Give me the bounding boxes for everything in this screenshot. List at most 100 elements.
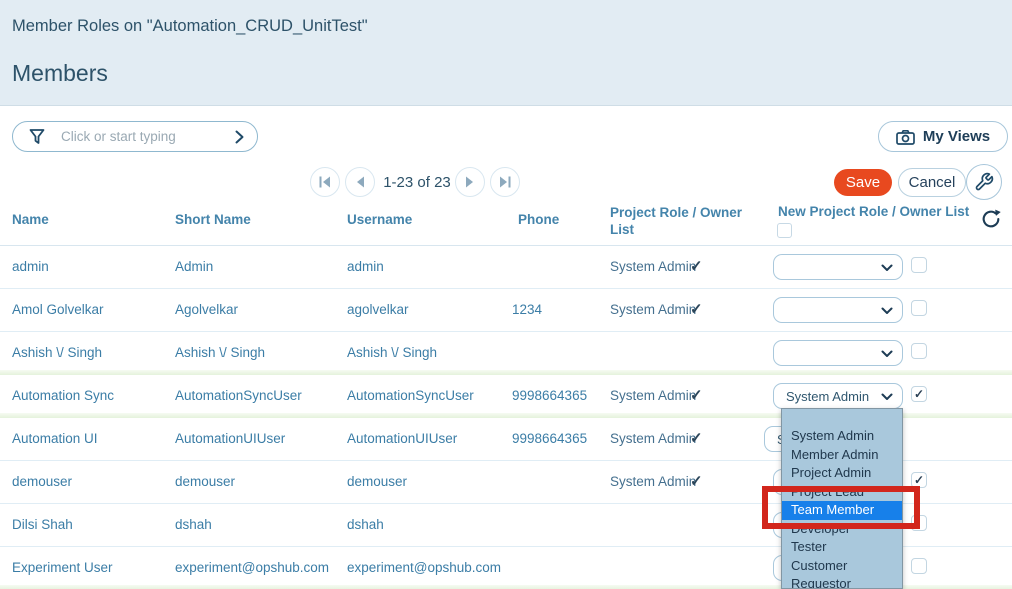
select-all-checkbox[interactable] <box>777 223 792 238</box>
member-roles-page: Member Roles on "Automation_CRUD_UnitTes… <box>0 0 1012 589</box>
next-page-button[interactable] <box>455 167 485 197</box>
filter-funnel-icon <box>28 128 46 146</box>
new-role-select[interactable] <box>773 254 903 280</box>
refresh-button[interactable] <box>979 208 1003 232</box>
cell-short-name: experiment@opshub.com <box>175 560 329 575</box>
role-option[interactable]: Tester <box>782 538 902 557</box>
page-title: Member Roles on "Automation_CRUD_UnitTes… <box>12 17 368 36</box>
column-header-short-name[interactable]: Short Name <box>175 212 251 227</box>
role-option[interactable]: System Admin <box>782 427 902 446</box>
last-page-button[interactable] <box>490 167 520 197</box>
camera-icon <box>896 129 915 145</box>
role-option[interactable]: Team Member <box>782 501 902 520</box>
filter-bar[interactable] <box>12 121 258 152</box>
first-page-icon <box>318 176 332 188</box>
cell-name: Amol Golvelkar <box>12 302 104 317</box>
new-role-select[interactable]: System Admin <box>773 383 903 409</box>
cell-project-role: System Admin <box>610 474 696 489</box>
table-row: Ashish \/ Singh Ashish \/ Singh Ashish \/ … <box>0 332 1012 375</box>
next-page-icon <box>464 176 476 188</box>
cell-username: AutomationSyncUser <box>347 388 474 403</box>
table-row: Amol Golvelkar Agolvelkar agolvelkar 1234 Sy… <box>0 289 1012 332</box>
my-views-label: My Views <box>923 128 990 145</box>
role-option[interactable]: Project Lead <box>782 483 902 502</box>
cell-phone: 1234 <box>512 302 542 317</box>
role-option[interactable]: Project Admin <box>782 464 902 483</box>
role-checkmark-icon: ✓ <box>690 429 703 447</box>
column-header-project-role[interactable]: Project Role / Owner List <box>610 204 760 238</box>
role-option[interactable]: Customer <box>782 557 902 576</box>
prev-page-icon <box>354 176 366 188</box>
role-dropdown-list: System AdminMember AdminProject AdminPro… <box>781 408 903 589</box>
column-header-phone[interactable]: Phone <box>518 212 559 227</box>
role-option[interactable]: Member Admin <box>782 446 902 465</box>
cell-name: Dilsi Shah <box>12 517 73 532</box>
cell-name: Experiment User <box>12 560 113 575</box>
cell-name: demouser <box>12 474 72 489</box>
cell-project-role: System Admin <box>610 388 696 403</box>
cell-phone: 9998664365 <box>512 431 587 446</box>
cell-username: Ashish \/ Singh <box>347 345 437 360</box>
chevron-down-icon <box>881 264 893 272</box>
settings-wrench-button[interactable] <box>966 164 1002 200</box>
first-page-button[interactable] <box>310 167 340 197</box>
role-checkmark-icon: ✓ <box>690 386 703 404</box>
role-checkmark-icon: ✓ <box>690 472 703 490</box>
role-checkmark-icon: ✓ <box>690 300 703 318</box>
column-header-new-project-role[interactable]: New Project Role / Owner List <box>778 204 969 219</box>
prev-page-button[interactable] <box>345 167 375 197</box>
new-role-select[interactable] <box>773 340 903 366</box>
cell-short-name: Agolvelkar <box>175 302 238 317</box>
new-role-select[interactable] <box>773 297 903 323</box>
page-header-band: Member Roles on "Automation_CRUD_UnitTes… <box>0 0 1012 106</box>
save-button[interactable]: Save <box>834 169 892 196</box>
cell-phone: 9998664365 <box>512 388 587 403</box>
cancel-button[interactable]: Cancel <box>898 168 966 197</box>
cell-username: demouser <box>347 474 407 489</box>
cell-project-role: System Admin <box>610 431 696 446</box>
row-checkbox[interactable]: ✓ <box>911 386 927 402</box>
wrench-icon <box>974 172 994 192</box>
pagination-range: 1-23 of 23 <box>378 174 456 191</box>
cell-short-name: AutomationSyncUser <box>175 388 302 403</box>
cell-project-role: System Admin <box>610 259 696 274</box>
row-checkbox[interactable] <box>911 257 927 273</box>
cell-username: admin <box>347 259 384 274</box>
chevron-down-icon <box>881 350 893 358</box>
cell-project-role: System Admin <box>610 302 696 317</box>
last-page-icon <box>498 176 512 188</box>
cell-username: agolvelkar <box>347 302 409 317</box>
role-checkmark-icon: ✓ <box>690 257 703 275</box>
cell-short-name: demouser <box>175 474 235 489</box>
row-checkbox[interactable] <box>911 300 927 316</box>
filter-input[interactable] <box>61 127 231 146</box>
row-checkbox[interactable] <box>911 558 927 574</box>
cell-short-name: dshah <box>175 517 212 532</box>
role-option[interactable]: Requestor <box>782 575 902 589</box>
cell-name: Automation UI <box>12 431 98 446</box>
column-header-username[interactable]: Username <box>347 212 412 227</box>
chevron-down-icon <box>881 307 893 315</box>
new-role-select-value: System Admin <box>786 389 869 404</box>
cell-short-name: Admin <box>175 259 213 274</box>
column-header-name[interactable]: Name <box>12 212 49 227</box>
table-row: admin Admin admin System Admin✓ <box>0 246 1012 289</box>
row-checkbox[interactable] <box>911 515 927 531</box>
cell-short-name: AutomationUIUser <box>175 431 285 446</box>
cell-username: AutomationUIUser <box>347 431 457 446</box>
row-checkbox[interactable]: ✓ <box>911 472 927 488</box>
role-option[interactable] <box>782 409 902 427</box>
cell-name: Ashish \/ Singh <box>12 345 102 360</box>
role-option[interactable]: Developer <box>782 520 902 539</box>
cell-username: dshah <box>347 517 384 532</box>
cell-username: experiment@opshub.com <box>347 560 501 575</box>
section-title-members: Members <box>12 60 108 87</box>
cell-name: admin <box>12 259 49 274</box>
my-views-button[interactable]: My Views <box>878 121 1008 152</box>
filter-submit-chevron-icon[interactable] <box>235 130 244 144</box>
cell-name: Automation Sync <box>12 388 114 403</box>
refresh-icon <box>980 208 1002 230</box>
chevron-down-icon <box>881 393 893 401</box>
cell-short-name: Ashish \/ Singh <box>175 345 265 360</box>
row-checkbox[interactable] <box>911 343 927 359</box>
